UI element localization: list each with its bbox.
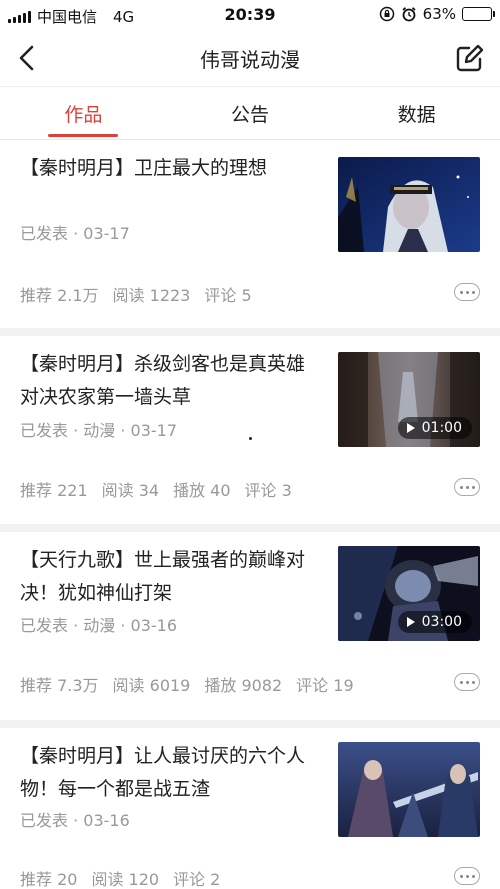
status-bar: 中国电信 4G 20:39 63% bbox=[0, 0, 500, 30]
article-card[interactable]: 【天行九歌】世上最强者的巅峰对决！犹如神仙打架 已发表 · 动漫 · 03-16… bbox=[0, 532, 500, 720]
article-card[interactable]: 【秦时明月】卫庄最大的理想 已发表 · 03-17 推荐 2.1万 阅读 122… bbox=[0, 140, 500, 328]
stat-plays: 播放 40 bbox=[173, 481, 231, 500]
status-right: 63% bbox=[379, 5, 495, 23]
stat-reads: 阅读 1223 bbox=[112, 286, 191, 305]
article-card[interactable]: 【秦时明月】杀级剑客也是真英雄 对决农家第一墙头草 已发表 · 动漫 · 03-… bbox=[0, 336, 500, 524]
article-title[interactable]: 【秦时明月】卫庄最大的理想 bbox=[20, 152, 328, 185]
tab-bar: 作品 公告 数据 bbox=[0, 86, 500, 140]
stat-comments: 评论 2 bbox=[173, 870, 221, 889]
article-stats: 推荐 7.3万 阅读 6019 播放 9082 评论 19 bbox=[20, 672, 354, 696]
rotation-lock-icon bbox=[379, 6, 394, 22]
article-stats: 推荐 221 阅读 34 播放 40 评论 3 bbox=[20, 477, 292, 501]
nav-bar: 伟哥说动漫 bbox=[0, 30, 500, 86]
video-thumbnail[interactable]: 01:00 bbox=[338, 352, 480, 447]
thumbnail-image bbox=[338, 742, 480, 837]
play-icon bbox=[406, 423, 415, 433]
article-thumbnail[interactable] bbox=[338, 157, 480, 252]
article-meta: 已发表 · 动漫 · 03-17 bbox=[20, 421, 178, 440]
stat-comments: 评论 3 bbox=[244, 481, 292, 500]
more-options-button[interactable] bbox=[454, 478, 480, 496]
article-stats: 推荐 2.1万 阅读 1223 评论 5 bbox=[20, 282, 252, 306]
article-meta: 已发表 · 03-16 bbox=[20, 811, 130, 830]
play-icon bbox=[406, 617, 415, 627]
more-options-button[interactable] bbox=[454, 867, 480, 885]
stat-comments: 评论 19 bbox=[296, 676, 354, 695]
alarm-icon bbox=[402, 7, 416, 22]
edit-icon[interactable] bbox=[452, 40, 488, 76]
thumbnail-image bbox=[338, 157, 480, 252]
article-card[interactable]: 【秦时明月】让人最讨厌的六个人物！每一个都是战五渣 已发表 · 03-16 推荐… bbox=[0, 728, 500, 889]
video-thumbnail[interactable]: 03:00 bbox=[338, 546, 480, 641]
more-options-button[interactable] bbox=[454, 283, 480, 301]
stat-recommend: 推荐 20 bbox=[20, 870, 78, 889]
article-title[interactable]: 【天行九歌】世上最强者的巅峰对决！犹如神仙打架 bbox=[20, 544, 328, 610]
stat-plays: 播放 9082 bbox=[204, 676, 283, 695]
separator bbox=[0, 720, 500, 728]
page-title: 伟哥说动漫 bbox=[200, 48, 300, 72]
battery-icon bbox=[462, 7, 495, 21]
tab-data[interactable]: 数据 bbox=[333, 87, 500, 139]
duration-label: 03:00 bbox=[421, 614, 462, 630]
video-duration-badge: 03:00 bbox=[397, 611, 472, 633]
article-stats: 推荐 20 阅读 120 评论 2 bbox=[20, 866, 220, 889]
stat-reads: 阅读 34 bbox=[101, 481, 160, 500]
back-arrow-icon[interactable] bbox=[10, 40, 46, 76]
stat-reads: 阅读 6019 bbox=[112, 676, 191, 695]
article-meta: 已发表 · 动漫 · 03-16 bbox=[20, 616, 178, 635]
article-title[interactable]: 【秦时明月】让人最讨厌的六个人物！每一个都是战五渣 bbox=[20, 740, 328, 806]
more-options-button[interactable] bbox=[454, 673, 480, 691]
article-feed: 【秦时明月】卫庄最大的理想 已发表 · 03-17 推荐 2.1万 阅读 122… bbox=[0, 140, 500, 889]
stat-recommend: 推荐 221 bbox=[20, 481, 88, 500]
stat-recommend: 推荐 2.1万 bbox=[20, 286, 99, 305]
separator bbox=[0, 524, 500, 532]
stat-recommend: 推荐 7.3万 bbox=[20, 676, 99, 695]
stat-reads: 阅读 120 bbox=[91, 870, 160, 889]
article-title[interactable]: 【秦时明月】杀级剑客也是真英雄 对决农家第一墙头草 bbox=[20, 348, 328, 414]
article-meta: 已发表 · 03-17 bbox=[20, 224, 130, 243]
video-duration-badge: 01:00 bbox=[397, 417, 472, 439]
separator bbox=[0, 328, 500, 336]
tab-works[interactable]: 作品 bbox=[0, 87, 167, 139]
tab-announcements[interactable]: 公告 bbox=[167, 87, 334, 139]
duration-label: 01:00 bbox=[421, 420, 462, 436]
battery-percent: 63% bbox=[422, 5, 456, 23]
stat-comments: 评论 5 bbox=[204, 286, 252, 305]
decorative-dot bbox=[249, 437, 252, 440]
article-thumbnail[interactable] bbox=[338, 742, 480, 837]
